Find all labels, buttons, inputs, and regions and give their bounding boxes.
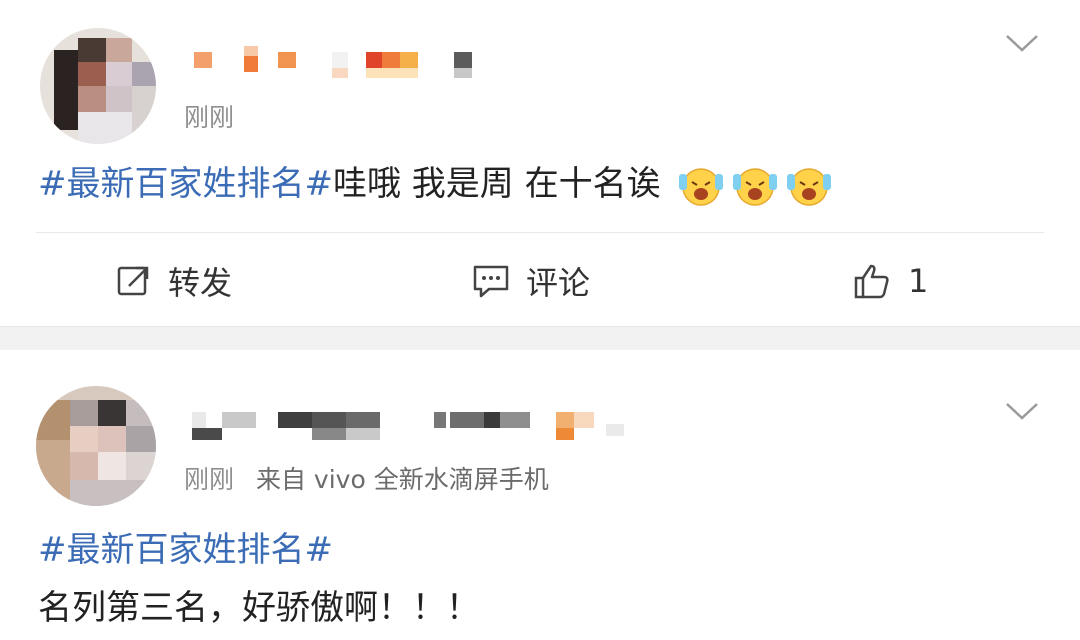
feed-divider xyxy=(0,326,1080,351)
post-time: 刚刚 xyxy=(184,103,235,132)
username-blurred[interactable] xyxy=(186,46,496,78)
avatar[interactable] xyxy=(36,386,156,506)
comment-icon xyxy=(473,265,509,298)
repost-label: 转发 xyxy=(168,264,233,302)
chevron-down-icon[interactable] xyxy=(1004,32,1040,54)
chevron-down-icon[interactable] xyxy=(1004,400,1040,422)
laughing-crying-face-icon xyxy=(679,167,724,206)
post-meta: 刚刚 来自 vivo 全新水滴屏手机 xyxy=(184,460,549,496)
avatar[interactable] xyxy=(40,28,156,144)
comment-label: 评论 xyxy=(526,264,591,302)
post-content: #最新百家姓排名#哇哦 我是周 在十名诶 xyxy=(38,162,833,208)
topic-link[interactable]: #最新百家姓排名# xyxy=(38,164,333,204)
repost-button[interactable]: 转发 xyxy=(116,261,233,302)
thumbs-up-icon xyxy=(854,264,889,299)
post-text: 名列第三名，好骄傲啊！！！ xyxy=(38,588,480,628)
post-topic[interactable]: #最新百家姓排名# xyxy=(38,528,333,572)
like-count: 1 xyxy=(908,262,929,300)
comment-button[interactable]: 评论 xyxy=(472,261,591,302)
action-bar: 转发 评论 1 xyxy=(36,232,1044,327)
repost-icon xyxy=(117,266,149,296)
laughing-crying-face-icon xyxy=(733,167,778,206)
username-blurred[interactable] xyxy=(186,410,646,440)
feed-post-2[interactable]: 刚刚 来自 vivo 全新水滴屏手机 #最新百家姓排名# 名列第三名，好骄傲啊！… xyxy=(0,350,1080,640)
laughing-crying-face-icon xyxy=(787,167,832,206)
post-time: 刚刚 xyxy=(184,465,235,494)
like-button[interactable]: 1 xyxy=(852,261,928,301)
post-text: 哇哦 我是周 在十名诶 xyxy=(332,164,661,204)
topic-link[interactable]: #最新百家姓排名# xyxy=(38,530,333,570)
emoji-group xyxy=(661,164,834,206)
feed-post-1[interactable]: 刚刚 #最新百家姓排名#哇哦 我是周 在十名诶 转发 评论 1 xyxy=(0,0,1080,326)
post-source[interactable]: 来自 vivo 全新水滴屏手机 xyxy=(256,465,549,494)
